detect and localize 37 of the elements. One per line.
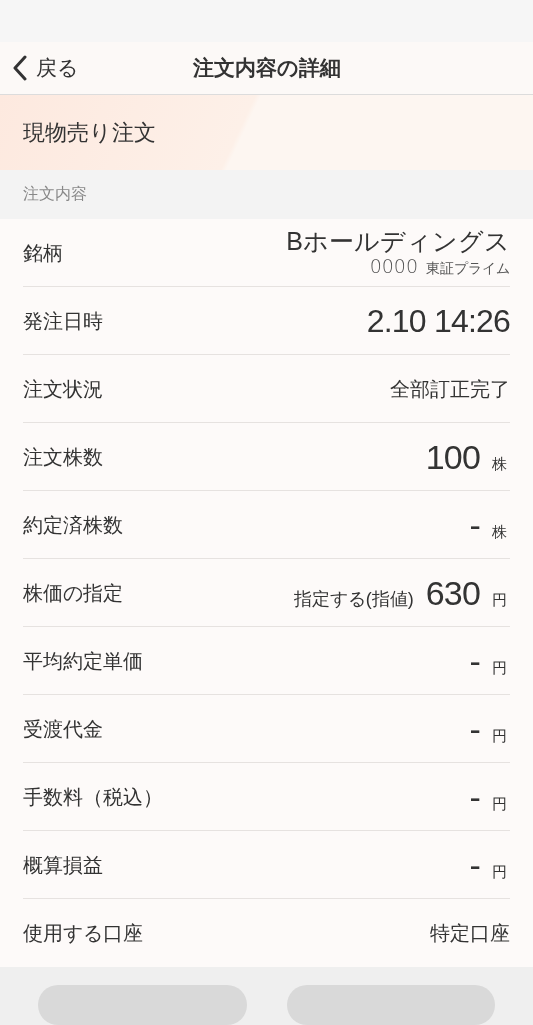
value-number: 100 [425,436,480,477]
stock-name: Bホールディングス [286,226,510,256]
price-type: 指定する(指値) [293,587,414,611]
value-number: - [469,504,480,545]
value-number: - [469,844,480,885]
row-label: 株価の指定 [23,580,123,606]
row-label: 発注日時 [23,308,103,334]
value-text: 2.10 14:26 [366,301,510,341]
row-label: 銘柄 [23,240,63,266]
order-type-banner: 現物売り注文 [0,95,533,170]
value-text: 特定口座 [430,921,510,946]
unit-label: 円 [492,657,508,678]
row-label: 平均約定単価 [23,648,143,674]
row-label: 使用する口座 [23,921,143,946]
row-label: 注文株数 [23,444,103,470]
unit-label: 円 [492,725,508,746]
back-button[interactable]: 戻る [0,52,79,84]
value-text: 全部訂正完了 [390,376,510,402]
unit-label: 円 [492,861,508,882]
row-label: 手数料（税込） [23,784,163,810]
row-label: 受渡代金 [23,716,103,742]
unit-label: 円 [492,589,508,610]
page-title: 注文内容の詳細 [192,55,341,82]
market-label: 東証プライム [426,259,510,278]
row-label: 約定済株数 [23,512,123,538]
row-label: 注文状況 [23,376,103,402]
unit-label: 株 [492,453,508,474]
value-number: - [469,776,480,817]
unit-label: 円 [492,793,508,814]
value-number: 630 [425,572,480,613]
section-title: 注文内容 [23,184,87,205]
row-label: 概算損益 [23,852,103,878]
chevron-left-icon [12,54,28,81]
value-number: - [469,640,480,681]
stock-code: 0000 [369,256,418,276]
value-number: - [469,708,480,749]
unit-label: 株 [492,521,508,542]
